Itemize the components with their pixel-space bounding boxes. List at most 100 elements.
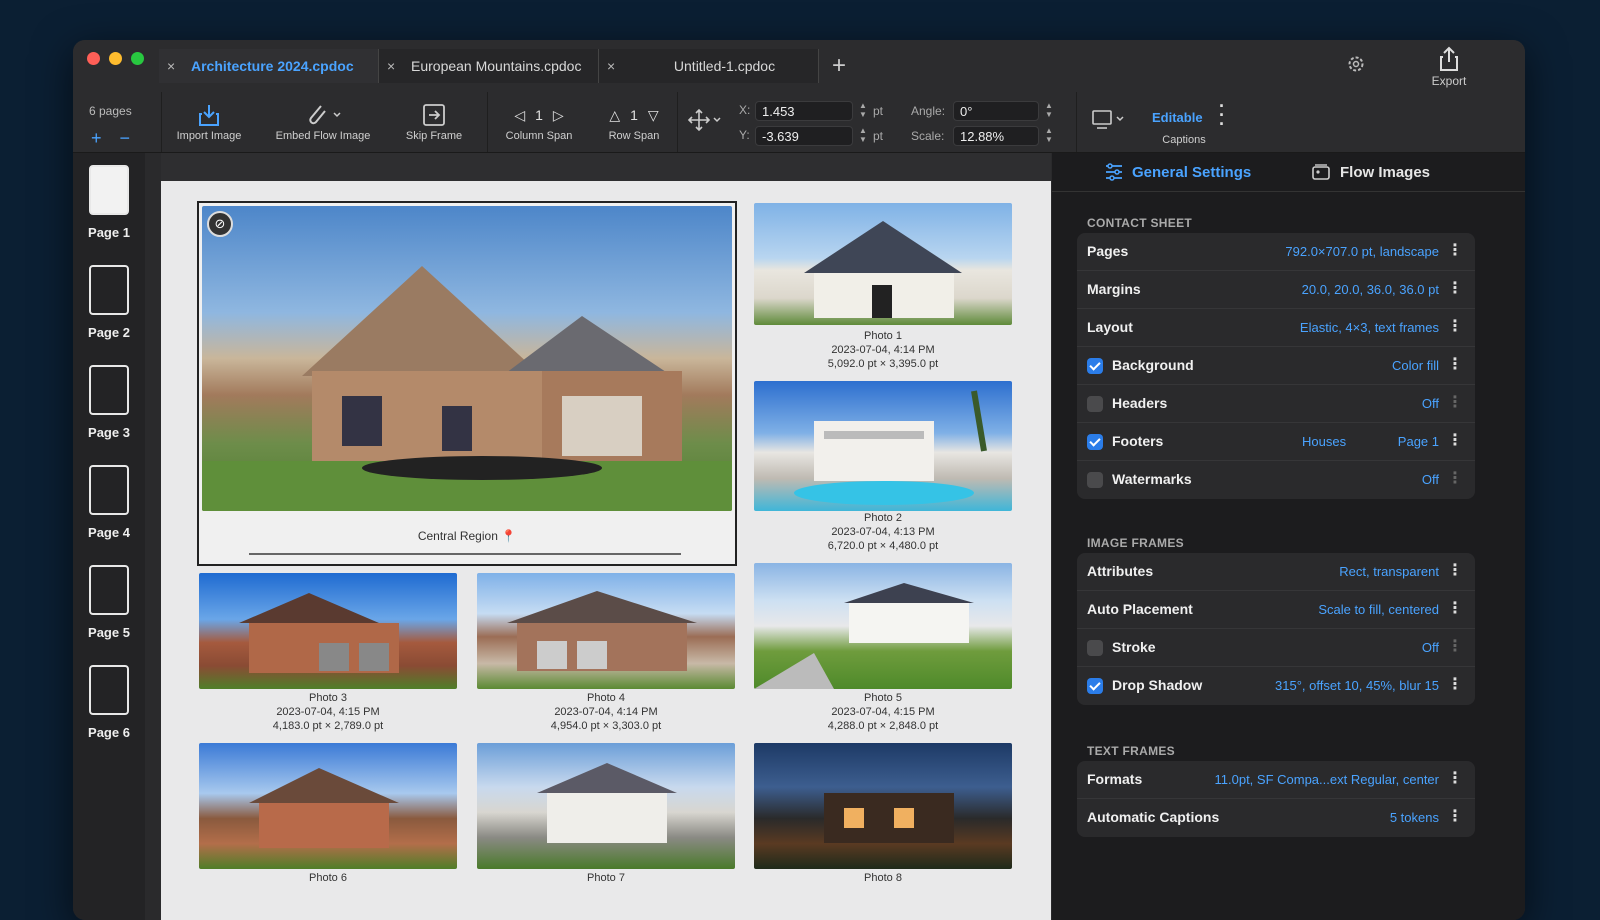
contact-sheet-page: ⊘ Central Region 📍 Photo 1 2023-07-04, 4:… [161, 181, 1051, 920]
new-tab-button[interactable]: + [819, 49, 859, 83]
more-icon[interactable]: ⋮ [1447, 432, 1463, 450]
captions-mode[interactable]: Editable [1152, 110, 1203, 125]
paperclip-icon [269, 100, 377, 130]
photo-1[interactable] [754, 203, 1012, 325]
skip-frame-label: Skip Frame [405, 130, 463, 142]
import-image-button[interactable]: Import Image [171, 100, 247, 142]
headers-row[interactable]: Headers Off ⋮ [1077, 385, 1475, 423]
column-span-label: Column Span [505, 130, 573, 142]
attributes-row[interactable]: Attributes Rect, transparent ⋮ [1077, 553, 1475, 591]
pin-icon: 📍 [501, 529, 517, 543]
close-tab-icon[interactable]: × [167, 58, 183, 74]
text-frames-group: Formats 11.0pt, SF Compa...ext Regular, … [1077, 761, 1475, 837]
page-thumbnail-4[interactable] [89, 465, 129, 515]
more-icon[interactable]: ⋮ [1447, 356, 1463, 374]
more-icon[interactable]: ⋮ [1447, 394, 1463, 412]
page-thumbnail-5[interactable] [89, 565, 129, 615]
stroke-row[interactable]: Stroke Off ⋮ [1077, 629, 1475, 667]
background-row[interactable]: Background Color fill ⋮ [1077, 347, 1475, 385]
decrease-column-span-icon[interactable]: ◁ [514, 107, 525, 124]
drop-shadow-checkbox[interactable] [1087, 678, 1103, 694]
remove-page-button[interactable]: − [120, 128, 131, 149]
footers-checkbox[interactable] [1087, 434, 1103, 450]
tab-architecture[interactable]: × Architecture 2024.cpdoc [159, 49, 379, 83]
page-thumbnail-6[interactable] [89, 665, 129, 715]
page-thumbnail-1[interactable] [89, 165, 129, 215]
close-window-button[interactable] [87, 52, 100, 65]
photo-5[interactable] [754, 563, 1012, 689]
central-region-frame[interactable]: ⊘ Central Region 📍 [197, 201, 737, 566]
more-icon[interactable]: ⋮ [1447, 600, 1463, 618]
photo-6[interactable] [199, 743, 457, 869]
footers-value-2: Page 1 [1397, 434, 1439, 449]
x-stepper[interactable]: ▲ ▼ [857, 101, 869, 121]
watermarks-row[interactable]: Watermarks Off ⋮ [1077, 461, 1475, 499]
link-badge-icon[interactable]: ⊘ [207, 211, 233, 237]
angle-stepper[interactable]: ▲ ▼ [1043, 101, 1055, 121]
window-controls [87, 52, 144, 65]
central-photo[interactable] [202, 206, 732, 511]
pages-row[interactable]: Pages 792.0×707.0 pt, landscape ⋮ [1077, 233, 1475, 271]
add-page-button[interactable]: + [91, 128, 102, 149]
photo-2[interactable] [754, 381, 1012, 511]
more-icon[interactable]: ⋮ [1447, 770, 1463, 788]
layout-row[interactable]: Layout Elastic, 4×3, text frames ⋮ [1077, 309, 1475, 347]
more-icon[interactable]: ⋮ [1447, 676, 1463, 694]
photo-8[interactable] [754, 743, 1012, 869]
more-icon[interactable]: ⋮ [1447, 638, 1463, 656]
photo-3[interactable] [199, 573, 457, 689]
drop-shadow-row[interactable]: Drop Shadow 315°, offset 10, 45%, blur 1… [1077, 667, 1475, 705]
watermarks-checkbox[interactable] [1087, 472, 1103, 488]
more-icon[interactable]: ⋮ [1447, 280, 1463, 298]
background-checkbox[interactable] [1087, 358, 1103, 374]
skip-frame-icon [399, 100, 469, 130]
automatic-captions-row[interactable]: Automatic Captions 5 tokens ⋮ [1077, 799, 1475, 837]
gear-icon[interactable] [1346, 54, 1366, 80]
tab-european-mountains[interactable]: × European Mountains.cpdoc [379, 49, 599, 83]
zoom-window-button[interactable] [131, 52, 144, 65]
scale-stepper[interactable]: ▲ ▼ [1043, 126, 1055, 146]
close-tab-icon[interactable]: × [607, 58, 623, 74]
captions-view-icon[interactable] [1091, 108, 1129, 137]
footers-row[interactable]: Footers Houses Page 1 ⋮ [1077, 423, 1475, 461]
footers-value: Houses [1302, 434, 1347, 449]
column-span-control[interactable]: ◁ 1 ▷ Column Span [499, 100, 579, 143]
tab-flow-images[interactable]: Flow Images [1310, 163, 1430, 181]
row-span-control[interactable]: △ 1 ▽ Row Span [601, 100, 667, 143]
embed-flow-image-button[interactable]: Embed Flow Image [269, 100, 377, 142]
increase-row-span-icon[interactable]: ▽ [648, 107, 659, 124]
row-span-value: 1 [630, 107, 638, 123]
export-button[interactable]: Export [1419, 46, 1479, 88]
y-field[interactable]: -3.639 [755, 126, 853, 146]
captions-more-icon[interactable]: · · · [1219, 97, 1225, 133]
more-icon[interactable]: ⋮ [1447, 318, 1463, 336]
formats-row[interactable]: Formats 11.0pt, SF Compa...ext Regular, … [1077, 761, 1475, 799]
x-field[interactable]: 1.453 [755, 101, 853, 121]
minimize-window-button[interactable] [109, 52, 122, 65]
scale-field[interactable]: 12.88% [953, 126, 1039, 146]
photo-7[interactable] [477, 743, 735, 869]
y-stepper[interactable]: ▲ ▼ [857, 126, 869, 146]
page-thumbnail-3[interactable] [89, 365, 129, 415]
auto-placement-row[interactable]: Auto Placement Scale to fill, centered ⋮ [1077, 591, 1475, 629]
tab-untitled[interactable]: × Untitled-1.cpdoc [599, 49, 819, 83]
close-tab-icon[interactable]: × [387, 58, 403, 74]
more-icon[interactable]: ⋮ [1447, 808, 1463, 826]
page-thumbnail-2[interactable] [89, 265, 129, 315]
more-icon[interactable]: ⋮ [1447, 562, 1463, 580]
stroke-checkbox[interactable] [1087, 640, 1103, 656]
skip-frame-button[interactable]: Skip Frame [399, 100, 469, 142]
margins-row[interactable]: Margins 20.0, 20.0, 36.0, 36.0 pt ⋮ [1077, 271, 1475, 309]
angle-field[interactable]: 0° [953, 101, 1039, 121]
increase-column-span-icon[interactable]: ▷ [553, 107, 564, 124]
page-label-1: Page 1 [88, 225, 130, 240]
more-icon[interactable]: ⋮ [1447, 242, 1463, 260]
photo-4[interactable] [477, 573, 735, 689]
move-tool-button[interactable] [683, 100, 727, 140]
settings-panel: General Settings Flow Images CONTACT SHE… [1052, 153, 1525, 920]
document-tabs: × Architecture 2024.cpdoc × European Mou… [159, 49, 859, 83]
tab-general-settings[interactable]: General Settings [1104, 163, 1251, 181]
decrease-row-span-icon[interactable]: △ [609, 107, 620, 124]
headers-checkbox[interactable] [1087, 396, 1103, 412]
more-icon[interactable]: ⋮ [1447, 470, 1463, 488]
